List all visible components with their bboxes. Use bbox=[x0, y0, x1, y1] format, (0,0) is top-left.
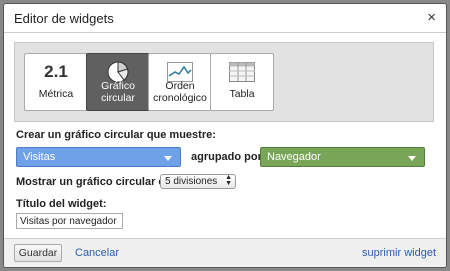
tab-table[interactable]: Tabla bbox=[210, 53, 274, 111]
chevron-down-icon bbox=[408, 156, 416, 161]
dimension-select-value: Navegador bbox=[267, 151, 321, 163]
dimension-select[interactable]: Navegador bbox=[260, 147, 425, 167]
widget-type-tabs: 2.1 Métrica Gráfico circular Orden crono… bbox=[14, 42, 434, 122]
chevron-down-icon bbox=[164, 156, 172, 161]
close-icon[interactable]: × bbox=[427, 10, 436, 26]
grouped-by-label: agrupado por bbox=[191, 151, 262, 163]
metric-select[interactable]: Visitas bbox=[16, 147, 181, 167]
table-icon bbox=[211, 60, 273, 84]
tab-metric-label: Métrica bbox=[38, 88, 74, 100]
save-button[interactable]: Guardar bbox=[14, 244, 62, 262]
dialog-footer: Guardar Cancelar suprimir widget bbox=[4, 238, 446, 267]
create-chart-label: Crear un gráfico circular que muestre: bbox=[16, 129, 216, 141]
tab-pie-chart-label: Gráfico circular bbox=[101, 80, 135, 104]
up-down-arrows-icon: ▲ ▼ bbox=[225, 174, 232, 187]
tab-timeline-label: Orden cronológico bbox=[153, 80, 207, 104]
widget-title-label: Título del widget: bbox=[16, 198, 107, 210]
slices-select-value: 5 divisiones bbox=[165, 176, 218, 187]
tab-metric[interactable]: 2.1 Métrica bbox=[24, 53, 88, 111]
dialog-titlebar: Editor de widgets × bbox=[4, 4, 446, 33]
widget-title-input[interactable] bbox=[16, 213, 123, 229]
delete-widget-link[interactable]: suprimir widget bbox=[362, 247, 436, 259]
tab-timeline[interactable]: Orden cronológico bbox=[148, 53, 212, 111]
show-chart-label: Mostrar un gráfico circular con bbox=[16, 176, 178, 188]
metric-icon: 2.1 bbox=[44, 62, 68, 81]
tab-table-label: Tabla bbox=[229, 88, 255, 100]
cancel-link[interactable]: Cancelar bbox=[75, 247, 119, 259]
widget-editor-dialog: Editor de widgets × 2.1 Métrica Gráfico … bbox=[3, 3, 447, 268]
tab-pie-chart[interactable]: Gráfico circular bbox=[86, 53, 150, 111]
dialog-title: Editor de widgets bbox=[14, 10, 114, 26]
metric-select-value: Visitas bbox=[23, 151, 56, 163]
slices-select[interactable]: 5 divisiones ▲ ▼ bbox=[160, 174, 236, 189]
